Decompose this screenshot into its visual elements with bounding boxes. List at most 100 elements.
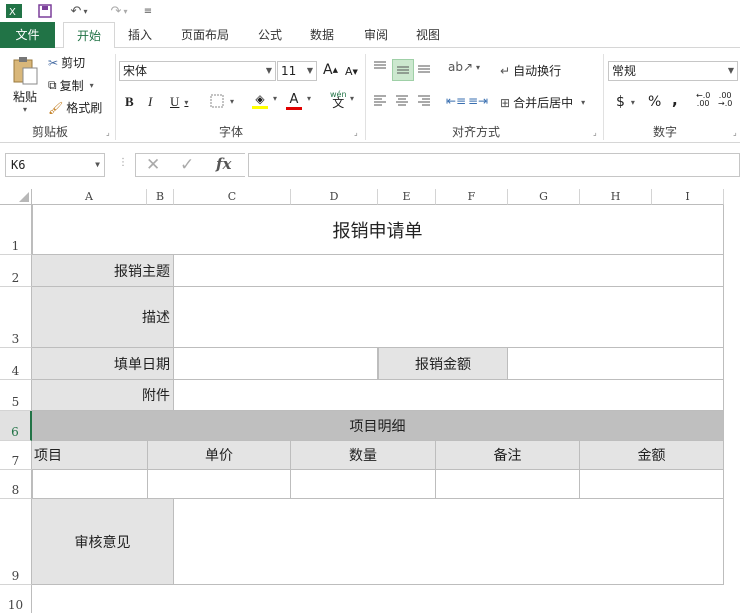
bold-button[interactable]: B xyxy=(125,94,134,110)
currency-button[interactable]: $ ▾ xyxy=(616,94,635,110)
row-header-7[interactable]: 7 xyxy=(0,441,32,470)
tab-data[interactable]: 数据 xyxy=(300,22,344,48)
insert-function-button[interactable]: fx xyxy=(216,155,231,173)
align-middle-button[interactable] xyxy=(392,59,414,81)
formula-input[interactable] xyxy=(248,153,740,177)
detail-column-amount[interactable]: 金额 xyxy=(580,441,724,470)
underline-button[interactable]: U ▾ xyxy=(170,94,188,110)
wrap-text-button[interactable]: ↵ 自动换行 xyxy=(500,62,561,79)
amount-value-cell[interactable] xyxy=(508,348,724,380)
alignment-launcher-icon[interactable]: ⌟ xyxy=(593,128,597,137)
cancel-icon[interactable]: ✕ xyxy=(146,155,160,175)
detail-section-header[interactable]: 项目明细 xyxy=(32,411,724,441)
description-label[interactable]: 描述 xyxy=(32,287,174,348)
font-launcher-icon[interactable]: ⌟ xyxy=(354,128,358,137)
column-header-f[interactable]: F xyxy=(436,189,508,205)
paste-button[interactable]: 粘贴 ▾ xyxy=(8,56,42,116)
review-label[interactable]: 审核意见 xyxy=(32,499,174,585)
worksheet-grid[interactable]: A B C D E F G H I 1 2 3 4 5 6 7 8 9 10 报… xyxy=(0,189,740,613)
grow-font-button[interactable]: A ▲ xyxy=(323,62,338,78)
detail-column-remarks[interactable]: 备注 xyxy=(436,441,580,470)
customize-qat-icon[interactable]: ≡ xyxy=(140,2,156,20)
enter-icon[interactable]: ✓ xyxy=(180,155,194,175)
tab-home[interactable]: 开始 xyxy=(63,22,115,51)
number-launcher-icon[interactable]: ⌟ xyxy=(733,128,737,137)
attachment-label[interactable]: 附件 xyxy=(32,380,174,411)
copy-button[interactable]: ⧉ 复制 ▾ xyxy=(48,77,94,94)
font-name-combo[interactable]: 宋体 ▼ xyxy=(119,61,276,81)
date-label[interactable]: 填单日期 xyxy=(32,348,174,380)
column-header-g[interactable]: G xyxy=(508,189,580,205)
date-value-cell[interactable] xyxy=(174,348,378,380)
subject-label[interactable]: 报销主题 xyxy=(32,255,174,287)
save-icon[interactable] xyxy=(34,2,56,20)
column-header-b[interactable]: B xyxy=(147,189,174,205)
detail-cell[interactable] xyxy=(291,470,436,499)
row-header-2[interactable]: 2 xyxy=(0,255,32,287)
align-right-button[interactable] xyxy=(416,94,432,108)
shrink-font-button[interactable]: A ▼ xyxy=(345,65,358,78)
decrease-decimal-icon[interactable]: .00 →.0 xyxy=(718,92,732,108)
font-color-button[interactable]: A xyxy=(286,92,302,110)
italic-button[interactable]: I xyxy=(148,94,152,110)
detail-cell[interactable] xyxy=(32,470,148,499)
chevron-down-icon[interactable]: ▼ xyxy=(266,62,272,80)
row-header-4[interactable]: 4 xyxy=(0,348,32,380)
detail-cell[interactable] xyxy=(148,470,291,499)
row-header-3[interactable]: 3 xyxy=(0,287,32,348)
detail-column-unit-price[interactable]: 单价 xyxy=(148,441,291,470)
column-header-c[interactable]: C xyxy=(174,189,291,205)
column-header-a[interactable]: A xyxy=(32,189,147,205)
merge-center-button[interactable]: ⊞ 合并后居中 ▾ xyxy=(500,94,585,111)
amount-label[interactable]: 报销金额 xyxy=(378,348,508,380)
attachment-value-cell[interactable] xyxy=(174,380,724,411)
subject-value-cell[interactable] xyxy=(174,255,724,287)
column-header-d[interactable]: D xyxy=(291,189,378,205)
font-size-combo[interactable]: 11 ▼ xyxy=(277,61,317,81)
comma-button[interactable]: , xyxy=(672,91,678,109)
tab-view[interactable]: 视图 xyxy=(406,22,450,48)
column-header-h[interactable]: H xyxy=(580,189,652,205)
percent-button[interactable]: % xyxy=(648,94,661,110)
detail-column-item[interactable]: 项目 xyxy=(32,441,148,470)
chevron-down-icon[interactable]: ▼ xyxy=(307,62,313,80)
tab-file[interactable]: 文件 xyxy=(0,22,55,48)
number-format-combo[interactable]: 常规 ▼ xyxy=(608,61,738,81)
cut-button[interactable]: ✂ 剪切 xyxy=(48,54,85,71)
row-header-6[interactable]: 6 xyxy=(0,411,32,441)
align-center-button[interactable] xyxy=(394,94,410,108)
increase-indent-icon[interactable]: ≡⇥ xyxy=(468,94,488,108)
increase-decimal-icon[interactable]: ←.0.00 xyxy=(696,92,710,108)
column-header-i[interactable]: I xyxy=(652,189,724,205)
row-header-9[interactable]: 9 xyxy=(0,499,32,585)
chevron-down-icon[interactable]: ▾ xyxy=(307,94,311,103)
fill-color-button[interactable]: ◈ xyxy=(252,92,268,109)
chevron-down-icon[interactable]: ▼ xyxy=(728,62,734,80)
row-header-8[interactable]: 8 xyxy=(0,470,32,499)
review-value-cell[interactable] xyxy=(174,499,724,585)
row-header-10[interactable]: 10 xyxy=(0,585,32,613)
row-header-5[interactable]: 5 xyxy=(0,380,32,411)
detail-column-quantity[interactable]: 数量 xyxy=(291,441,436,470)
align-bottom-button[interactable] xyxy=(416,60,432,74)
tab-review[interactable]: 审阅 xyxy=(354,22,398,48)
undo-icon[interactable]: ↶ ▾ xyxy=(64,2,94,20)
align-top-button[interactable] xyxy=(372,60,388,74)
clipboard-launcher-icon[interactable]: ⌟ xyxy=(106,128,110,137)
name-box[interactable]: K6 ▼ xyxy=(5,153,105,177)
border-button[interactable]: ▾ xyxy=(210,94,234,108)
tab-insert[interactable]: 插入 xyxy=(118,22,162,48)
chevron-down-icon[interactable]: ▾ xyxy=(273,94,277,103)
align-left-button[interactable] xyxy=(372,94,388,108)
row-header-1[interactable]: 1 xyxy=(0,205,32,255)
orientation-button[interactable]: ab↗ ▾ xyxy=(448,60,480,74)
column-header-e[interactable]: E xyxy=(378,189,436,205)
detail-cell[interactable] xyxy=(436,470,580,499)
decrease-indent-icon[interactable]: ⇤≡ xyxy=(446,94,466,108)
chevron-down-icon[interactable]: ▾ xyxy=(350,94,354,103)
description-value-cell[interactable] xyxy=(174,287,724,348)
select-all-corner[interactable] xyxy=(0,189,32,205)
phonetic-button[interactable]: wén 文 xyxy=(330,90,347,109)
detail-cell[interactable] xyxy=(580,470,724,499)
format-painter-button[interactable]: 🖌 格式刷 xyxy=(48,99,102,116)
